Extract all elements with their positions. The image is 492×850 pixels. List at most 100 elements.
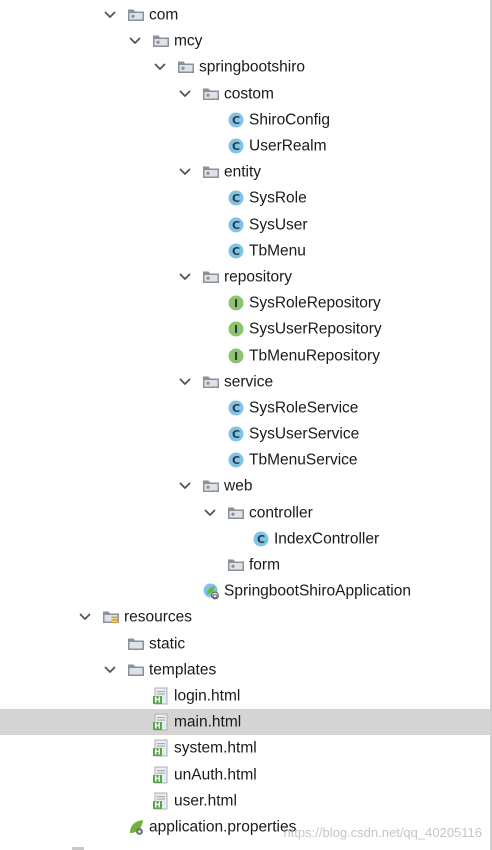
tree-row[interactable]: SpringbootShiroApplication — [0, 578, 490, 604]
tree-item-label: login.html — [174, 687, 241, 705]
svg-text:H: H — [154, 774, 160, 783]
svg-text:C: C — [232, 219, 240, 232]
watermark-text: https://blog.csdn.net/qq_40205116 — [283, 825, 482, 840]
tree-item-label: TbMenuService — [249, 451, 358, 469]
class-icon: C — [227, 137, 245, 155]
chevron-down-icon[interactable] — [78, 610, 92, 624]
tree-item-label: web — [224, 477, 253, 495]
html-file-icon: H — [152, 792, 170, 810]
package-folder-icon — [227, 556, 245, 574]
tree-row[interactable]: C TbMenu — [0, 238, 490, 264]
chevron-down-icon[interactable] — [203, 506, 217, 520]
svg-text:H: H — [154, 800, 160, 809]
tree-row[interactable]: templates — [0, 657, 490, 683]
tree-row[interactable]: C UserRealm — [0, 133, 490, 159]
chevron-down-icon[interactable] — [103, 8, 117, 22]
svg-text:I: I — [234, 323, 238, 336]
chevron-down-icon[interactable] — [178, 375, 192, 389]
spring-properties-icon — [127, 818, 145, 836]
tree-row[interactable]: com — [0, 2, 490, 28]
tree-item-label: controller — [249, 503, 313, 521]
tree-item-label: UserRealm — [249, 137, 327, 155]
tree-row[interactable]: Huser.html — [0, 788, 490, 814]
chevron-down-icon[interactable] — [178, 479, 192, 493]
tree-item-label: templates — [149, 661, 217, 679]
tree-item-label: SysUserService — [249, 425, 360, 443]
chevron-down-icon[interactable] — [178, 87, 192, 101]
package-folder-icon — [202, 163, 220, 181]
tree-item-label: user.html — [174, 791, 237, 809]
interface-icon: I — [227, 347, 245, 365]
class-icon: C — [227, 451, 245, 469]
interface-icon: I — [227, 320, 245, 338]
tree-item-label: SysUser — [249, 215, 308, 233]
html-file-icon: H — [152, 766, 170, 784]
tree-item-label: entity — [224, 163, 262, 181]
tree-item-label: form — [249, 556, 280, 574]
tree-row[interactable]: springbootshiro — [0, 54, 490, 80]
package-folder-icon — [152, 32, 170, 50]
tree-row[interactable]: I TbMenuRepository — [0, 342, 490, 368]
tree-item-label: SysRoleRepository — [249, 294, 381, 312]
tree-row[interactable]: mcy — [0, 28, 490, 54]
tree-item-label: unAuth.html — [174, 765, 257, 783]
svg-text:I: I — [234, 297, 238, 310]
tree-item-label: SysRole — [249, 189, 307, 207]
tree-item-label: SysUserRepository — [249, 320, 382, 338]
svg-text:C: C — [232, 245, 240, 258]
tree-row[interactable]: I SysRoleRepository — [0, 290, 490, 316]
package-folder-icon — [202, 373, 220, 391]
tree-row[interactable]: C ShiroConfig — [0, 107, 490, 133]
package-folder-icon — [202, 85, 220, 103]
tree-row[interactable]: controller — [0, 500, 490, 526]
tree-row[interactable]: web — [0, 473, 490, 499]
chevron-down-icon[interactable] — [103, 663, 117, 677]
tree-item-label: main.html — [174, 713, 242, 731]
tree-row[interactable]: resources — [0, 604, 490, 630]
chevron-down-icon[interactable] — [153, 60, 167, 74]
tree-row[interactable]: C IndexController — [0, 526, 490, 552]
tree-row[interactable]: Hlogin.html — [0, 683, 490, 709]
tree-item-label: ShiroConfig — [249, 111, 330, 129]
chevron-down-icon[interactable] — [178, 165, 192, 179]
tree-row[interactable]: C TbMenuService — [0, 447, 490, 473]
tree-row[interactable]: form — [0, 552, 490, 578]
package-folder-icon — [202, 268, 220, 286]
tree-row[interactable]: repository — [0, 264, 490, 290]
chevron-down-icon[interactable] — [128, 34, 142, 48]
tree-row[interactable]: static — [0, 631, 490, 657]
spring-boot-app-icon — [202, 582, 220, 600]
tree-item-label: TbMenu — [249, 242, 306, 260]
chevron-down-icon[interactable] — [178, 270, 192, 284]
tree-item-label: SysRoleService — [249, 399, 359, 417]
tree-item-label: mcy — [174, 32, 203, 50]
tree-row[interactable]: C SysUser — [0, 212, 490, 238]
interface-icon: I — [227, 294, 245, 312]
tree-item-label: SpringbootShiroApplication — [224, 582, 411, 600]
package-folder-icon — [202, 477, 220, 495]
tree-row[interactable]: Hsystem.html — [0, 735, 490, 761]
package-folder-icon — [227, 504, 245, 522]
tree-row[interactable]: C SysUserService — [0, 421, 490, 447]
tree-row[interactable]: costom — [0, 81, 490, 107]
svg-text:C: C — [232, 454, 240, 467]
tree-item-label: repository — [224, 268, 293, 286]
tree-row[interactable]: Hmain.html — [0, 709, 490, 736]
tree-row[interactable]: C SysRoleService — [0, 395, 490, 421]
tree-row[interactable]: C SysRole — [0, 185, 490, 211]
class-icon: C — [227, 425, 245, 443]
tree-row[interactable]: I SysUserRepository — [0, 316, 490, 342]
tree-item-label: costom — [224, 84, 274, 102]
svg-text:C: C — [232, 140, 240, 153]
svg-text:C: C — [232, 192, 240, 205]
tree-row[interactable]: service — [0, 369, 490, 395]
tree-item-label: service — [224, 372, 274, 390]
tree-row[interactable]: HunAuth.html — [0, 761, 490, 787]
svg-text:C: C — [232, 428, 240, 441]
resources-folder-icon — [102, 608, 120, 626]
tree-row[interactable]: entity — [0, 159, 490, 185]
svg-text:I: I — [234, 350, 238, 363]
svg-text:C: C — [232, 402, 240, 415]
tree-item-label: com — [149, 6, 179, 24]
class-icon: C — [227, 111, 245, 129]
